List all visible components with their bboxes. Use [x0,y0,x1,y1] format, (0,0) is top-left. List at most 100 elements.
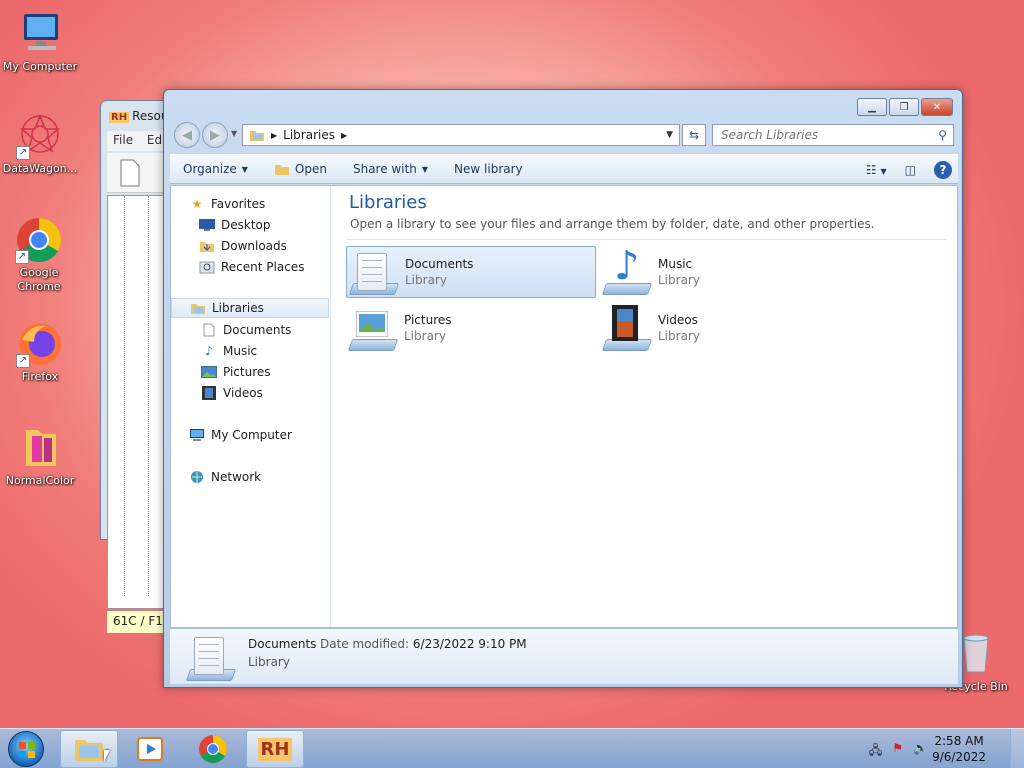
desktop-icon-label: My Computer [2,60,78,73]
datawagon-icon: ↗ [16,112,64,160]
nav-favorites[interactable]: ★ Favorites [189,194,329,214]
pictures-library-icon [347,305,399,351]
new-library-button[interactable]: New library [441,162,536,176]
help-button[interactable]: ? [934,161,952,179]
chevron-down-icon: ▼ [421,164,429,174]
close-icon: ✕ [932,101,942,113]
computer-icon [16,10,64,58]
explorer-folder-icon [75,740,103,761]
taskbar-explorer-button[interactable] [60,730,118,768]
desktop-icon-google-chrome[interactable]: ↗ Google Chrome [0,216,78,294]
computer-icon [189,428,205,442]
rh-logo: RH [257,737,293,761]
taskbar-chrome-button[interactable] [184,730,242,768]
clock[interactable]: 2:58 AM 9/6/2022 [932,733,986,765]
show-desktop-button[interactable] [1010,729,1024,768]
shortcut-arrow-icon: ↗ [16,146,30,160]
libraries-icon [190,301,206,315]
clock-date: 9/6/2022 [932,750,986,764]
address-bar[interactable]: ▶ Libraries ▶ ▼ [242,124,680,146]
new-file-icon[interactable] [115,158,145,188]
restore-icon: ❐ [899,101,909,113]
chrome-icon [199,735,227,763]
taskbar-media-player-button[interactable] [122,730,180,768]
search-box[interactable]: ⚲ [712,124,954,146]
library-documents[interactable]: Documents Library [346,246,596,298]
breadcrumb-separator-icon[interactable]: ▶ [341,131,347,140]
search-icon[interactable]: ⚲ [938,128,947,142]
details-pane: Documents Date modified: 6/23/2022 9:10 … [170,628,958,684]
share-with-button[interactable]: Share with ▼ [340,162,441,176]
help-icon: ? [939,163,947,177]
organize-button[interactable]: Organize ▼ [170,162,261,176]
firefox-icon: ↗ [16,320,64,368]
minimize-icon: ▁ [868,101,876,113]
nav-network[interactable]: Network [189,467,329,487]
nav-my-computer[interactable]: My Computer [189,425,329,445]
details-type: Library [248,655,290,669]
refresh-button[interactable]: ⇆ [682,124,706,146]
library-pictures[interactable]: Pictures Library [346,302,596,354]
forward-button[interactable]: ▶ [202,122,228,148]
nav-videos[interactable]: Videos [201,383,329,403]
folder-icon [16,424,64,472]
network-tray-icon[interactable]: 🖧 [869,741,882,762]
back-arrow-icon: ◀ [182,127,192,143]
forward-arrow-icon: ▶ [210,127,220,143]
recent-pages-dropdown-icon[interactable]: ▼ [231,129,237,138]
pictures-icon [201,365,217,379]
breadcrumb-libraries[interactable]: Libraries [283,128,335,142]
explorer-body: ★ Favorites Desktop Downloads Recent Plac… [170,185,958,628]
desktop-icon-label: DataWagon... [2,162,78,175]
nav-downloads[interactable]: Downloads [199,236,329,256]
library-music[interactable]: ♪ Music Library [600,243,850,298]
nav-libraries[interactable]: Libraries [171,298,329,318]
open-button[interactable]: Open [261,162,340,176]
close-button[interactable]: ✕ [921,98,953,116]
shortcut-arrow-icon: ↗ [16,354,30,368]
chevron-down-icon: ▼ [241,164,248,174]
documents-icon [201,323,217,337]
caption-buttons: ▁ ❐ ✕ [855,98,953,116]
volume-icon[interactable]: 🔈 [913,741,928,762]
breadcrumb-separator-icon: ▶ [271,130,278,140]
library-videos[interactable]: Videos Library [600,302,850,354]
desktop-icon-normalcolor[interactable]: NormalColor [0,424,80,488]
back-button[interactable]: ◀ [174,122,200,148]
action-center-icon[interactable]: ⚑ [892,741,903,762]
music-note-icon: ♪ [205,344,213,358]
menu-file[interactable]: File [113,133,133,147]
nav-documents[interactable]: Documents [201,320,329,340]
maximize-button[interactable]: ❐ [889,98,919,116]
star-icon: ★ [191,197,203,211]
downloads-folder-icon [199,239,215,253]
desktop-icon-firefox[interactable]: ↗ Firefox [0,320,80,384]
documents-library-icon [185,633,237,681]
desktop-icon-label: Firefox [21,370,59,383]
nav-music[interactable]: ♪ Music [201,341,329,361]
documents-library-icon [348,249,400,295]
nav-recent-places[interactable]: Recent Places [199,257,329,277]
taskbar-resource-hacker-button[interactable]: RH [246,730,304,768]
details-name: Documents [248,637,317,651]
explorer-window[interactable]: ▁ ❐ ✕ ◀ ▶ ▼ ▶ Libraries ▶ ▼ ⇆ ⚲ Organize… [163,89,963,688]
address-dropdown-icon[interactable]: ▼ [666,130,673,140]
change-view-button[interactable]: ☷ ▼ [866,163,887,177]
nav-pictures[interactable]: Pictures [201,362,329,382]
open-folder-icon [274,165,289,175]
music-library-icon: ♪ [601,243,653,295]
details-date-modified: Date modified: 6/23/2022 9:10 PM [320,637,527,651]
desktop-icon-my-computer[interactable]: My Computer [0,10,80,74]
start-button[interactable] [8,731,44,767]
window-title: RH Resou [109,109,169,123]
desktop-icon-label: Google Chrome [17,266,61,293]
rh-logo: RH [109,112,130,123]
minimize-button[interactable]: ▁ [857,98,887,116]
nav-desktop[interactable]: Desktop [199,215,329,235]
system-tray: 🖧 ⚑ 🔈 [869,741,928,762]
content-pane: Libraries Open a library to see your fil… [332,186,957,627]
command-bar: Organize ▼ Open Share with ▼ New library ☷… [170,154,958,184]
desktop-icon-datawagon[interactable]: ↗ DataWagon... [0,112,80,176]
search-input[interactable] [721,128,921,142]
preview-pane-button[interactable]: ◫ [905,163,916,177]
